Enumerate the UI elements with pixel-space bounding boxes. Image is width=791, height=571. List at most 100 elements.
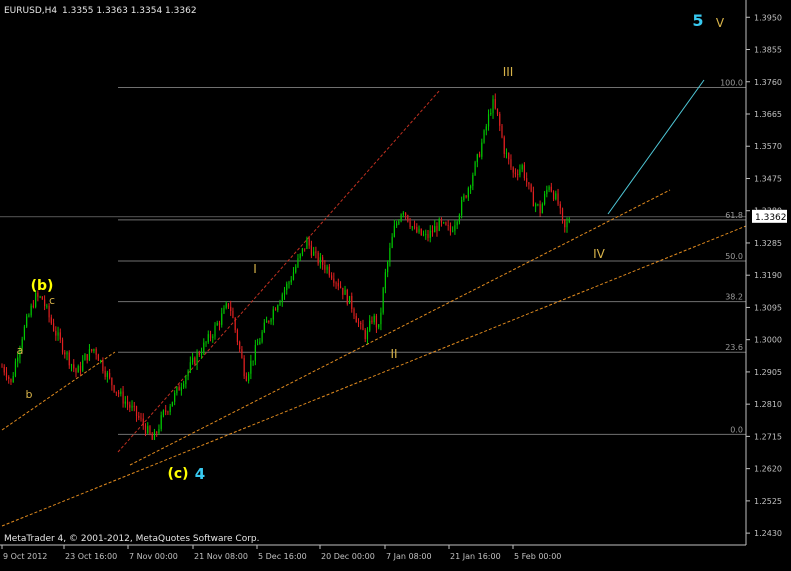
candle-body xyxy=(79,366,82,371)
candle-body xyxy=(550,186,552,192)
candle-body xyxy=(431,230,434,233)
candle-body xyxy=(187,370,189,377)
candle-body xyxy=(48,305,50,318)
candle-body xyxy=(194,357,196,365)
candle-body xyxy=(120,391,122,394)
candle-body xyxy=(362,324,364,331)
candle-body xyxy=(427,234,429,238)
candle-body xyxy=(535,204,537,207)
price-tick-label: 1.3475 xyxy=(754,174,782,183)
candle-body xyxy=(281,294,283,302)
candle-body xyxy=(189,362,191,371)
wave-label: (c) xyxy=(167,466,188,482)
price-tick-label: 1.3095 xyxy=(754,303,782,312)
candle-body xyxy=(348,296,351,304)
candle-body xyxy=(499,113,501,126)
candle-body xyxy=(407,215,409,222)
candle-body xyxy=(420,228,422,236)
candle-body xyxy=(77,366,79,373)
candle-body xyxy=(472,175,474,187)
candle-body xyxy=(418,228,420,233)
candle-body xyxy=(483,130,485,143)
candle-body xyxy=(14,361,17,377)
candle-body xyxy=(131,405,133,408)
candle-body xyxy=(135,406,138,416)
candle-body xyxy=(212,336,214,338)
candle-body xyxy=(252,360,254,362)
candle-body xyxy=(243,358,245,377)
candle-body xyxy=(528,182,530,185)
candle-body xyxy=(196,352,198,365)
wave-label: c xyxy=(49,294,55,307)
fib-level-label: 61.8 xyxy=(725,211,743,220)
candle-body xyxy=(339,286,342,288)
candle-body xyxy=(380,312,382,325)
candle-body xyxy=(402,212,404,215)
current-price-label: 1.3362 xyxy=(755,213,787,223)
candle-body xyxy=(526,178,528,183)
candle-body xyxy=(73,364,75,369)
candle-body xyxy=(241,349,243,359)
candle-body xyxy=(176,386,178,394)
candle-body xyxy=(259,341,261,345)
candle-body xyxy=(552,191,555,200)
candle-body xyxy=(375,315,378,328)
candle-body xyxy=(39,296,41,298)
candle-body xyxy=(218,323,221,325)
candle-body xyxy=(57,332,59,336)
candle-body xyxy=(232,310,234,318)
candle-body xyxy=(88,349,91,361)
candle-body xyxy=(205,341,207,343)
candle-body xyxy=(485,126,487,131)
candle-body xyxy=(23,326,26,340)
fib-level-label: 23.6 xyxy=(725,343,743,352)
price-tick-label: 1.3285 xyxy=(754,239,782,248)
wave-label: III xyxy=(503,65,514,79)
price-tick-label: 1.2430 xyxy=(754,529,782,538)
candle-body xyxy=(454,225,456,231)
candle-body xyxy=(326,266,328,270)
candle-body xyxy=(512,167,514,173)
candle-body xyxy=(158,428,160,433)
price-tick-label: 1.2715 xyxy=(754,432,782,441)
candle-body xyxy=(400,214,402,222)
candle-body xyxy=(537,204,539,206)
price-tick-label: 1.3000 xyxy=(754,336,782,345)
candle-body xyxy=(366,330,369,339)
time-tick-label: 23 Oct 16:00 xyxy=(65,552,117,561)
candle-body xyxy=(12,376,14,382)
candle-body xyxy=(508,153,510,160)
candle-body xyxy=(140,417,142,419)
candle-body xyxy=(270,319,272,322)
candle-body xyxy=(185,376,187,385)
candle-body xyxy=(26,316,28,327)
price-chart[interactable]: 100.061.850.038.223.60.0 (b)cab(c) 4IIIII… xyxy=(0,0,791,567)
symbol-label: EURUSD,H4 xyxy=(4,6,57,16)
candle-body xyxy=(436,226,438,231)
candle-body xyxy=(308,238,310,246)
candle-body xyxy=(283,290,286,295)
candle-body xyxy=(335,282,337,284)
candle-body xyxy=(295,266,297,273)
wave-label: II xyxy=(390,347,397,361)
price-tick-label: 1.3760 xyxy=(754,78,782,87)
candle-body xyxy=(100,360,102,362)
candle-body xyxy=(151,433,153,440)
candle-body xyxy=(115,391,117,393)
candle-body xyxy=(416,227,418,233)
candle-body xyxy=(438,218,440,231)
candle-body xyxy=(505,153,508,154)
candle-body xyxy=(178,386,180,391)
candle-body xyxy=(66,352,68,355)
candle-body xyxy=(55,330,57,336)
candle-body xyxy=(539,204,541,214)
candle-body xyxy=(68,352,70,366)
candle-body xyxy=(342,287,344,295)
candle-body xyxy=(344,289,346,295)
candle-body xyxy=(124,401,126,404)
candle-body xyxy=(32,305,34,307)
candle-body xyxy=(559,204,561,209)
candle-body xyxy=(17,357,19,362)
candle-body xyxy=(292,272,295,280)
candle-body xyxy=(122,391,124,404)
